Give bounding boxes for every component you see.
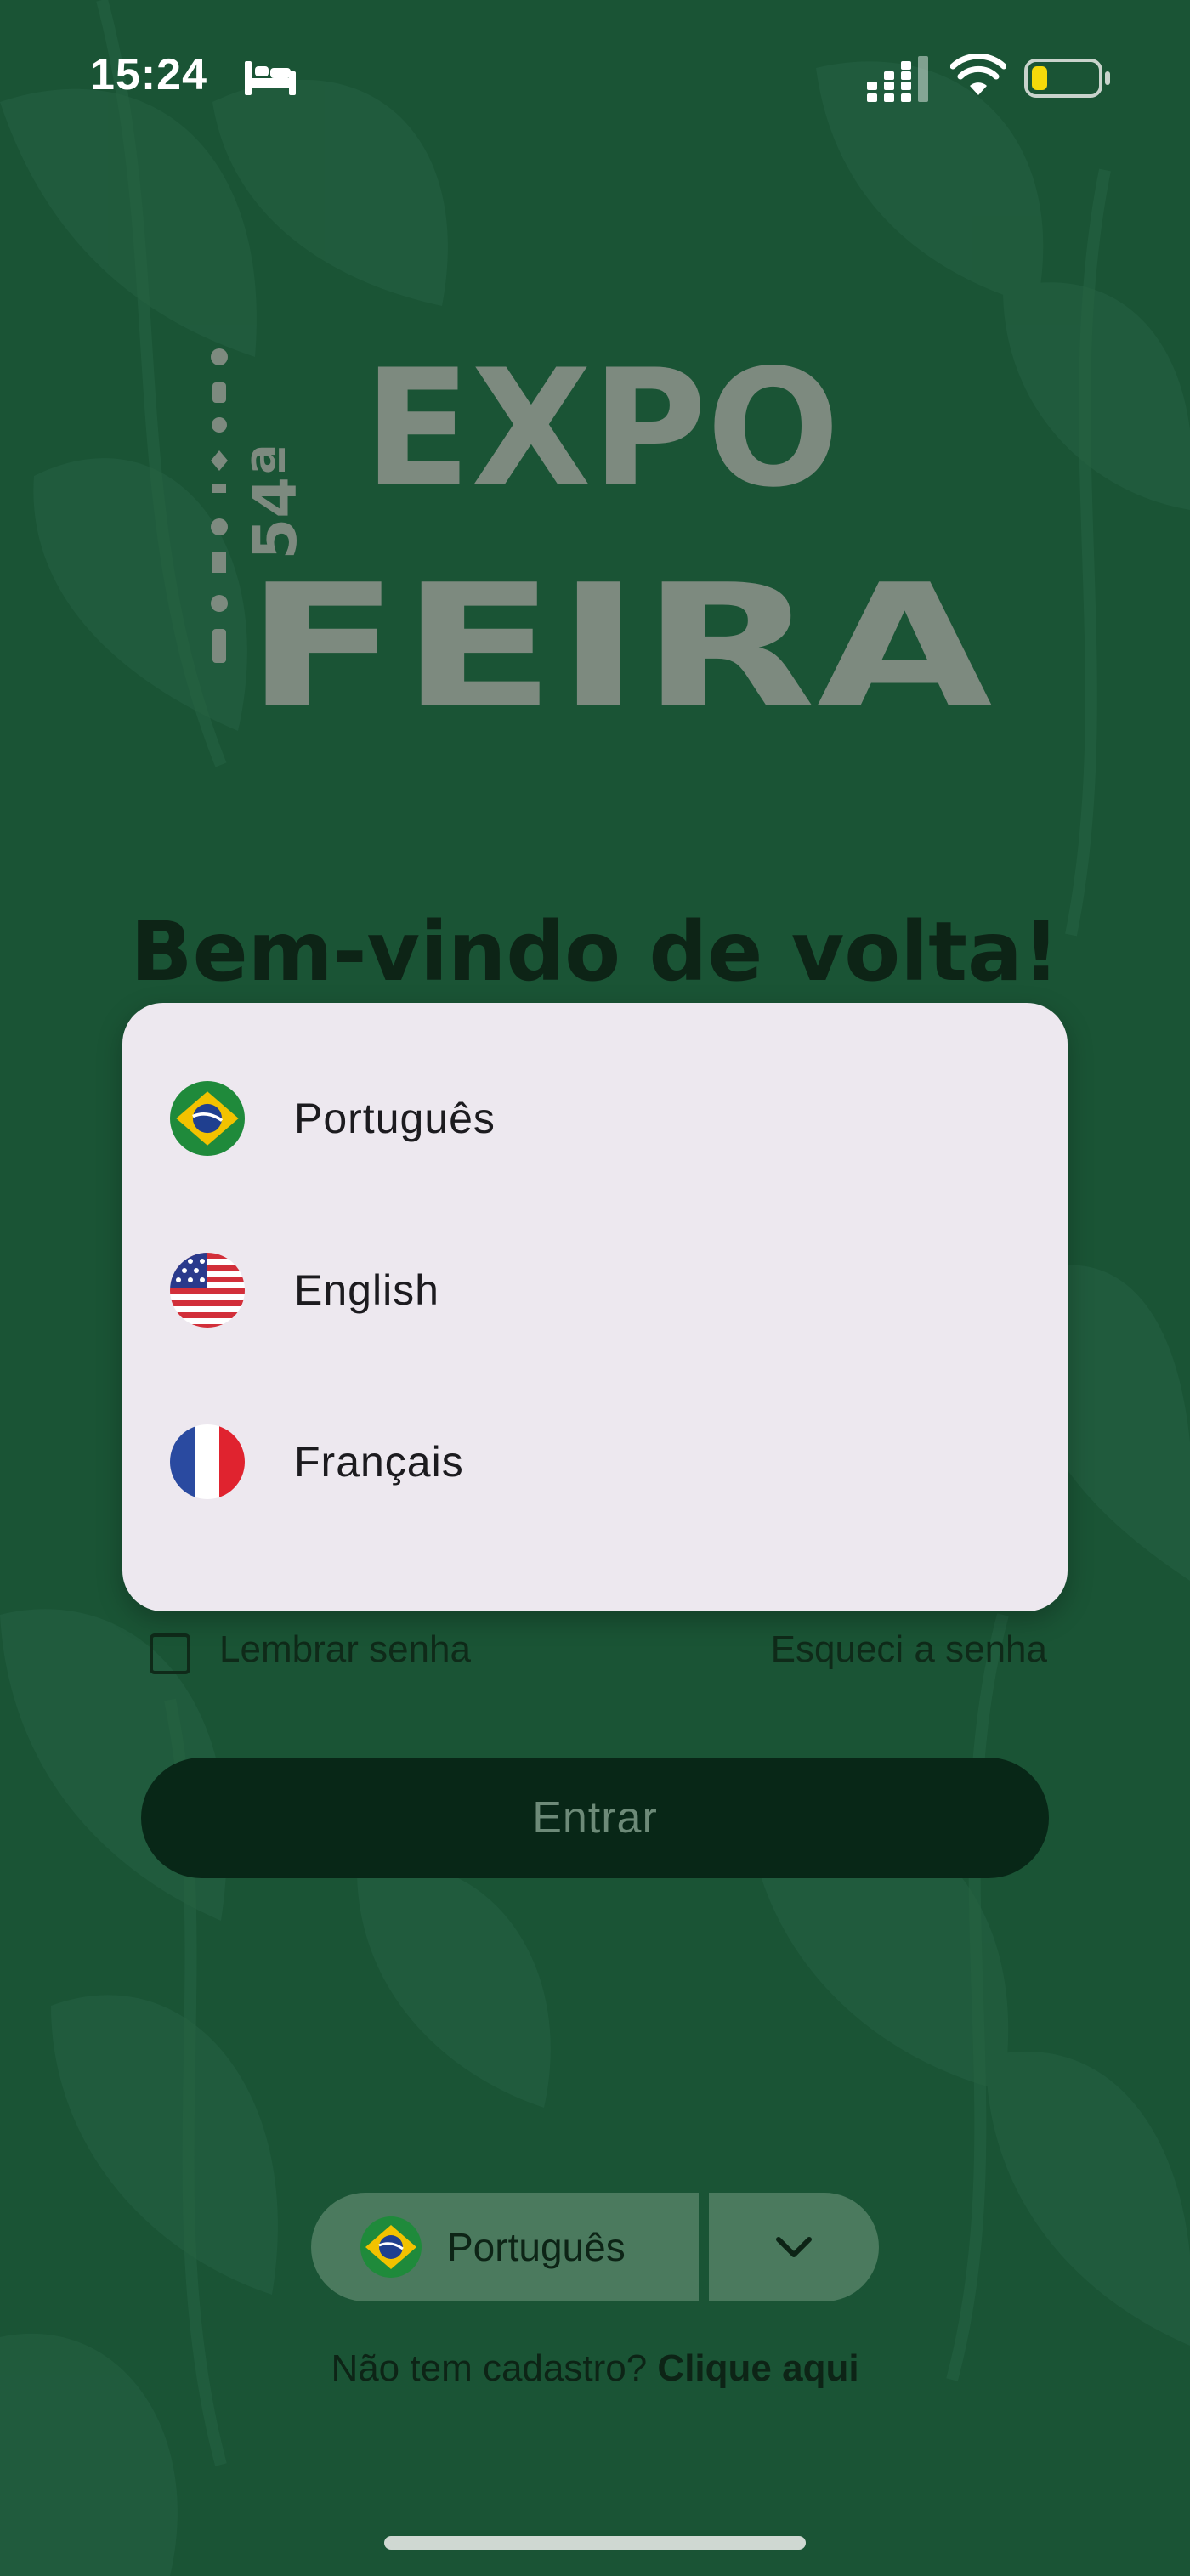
brazil-flag-icon [170, 1081, 245, 1156]
logo-edition-number: 54ª [241, 444, 310, 560]
signup-text: Não tem cadastro? [331, 2347, 648, 2389]
bed-icon [245, 61, 296, 95]
usa-flag-icon [170, 1253, 245, 1328]
language-selector-button[interactable]: Português [311, 2193, 699, 2301]
brazil-flag-icon [360, 2216, 422, 2278]
language-dropdown-button[interactable] [709, 2193, 879, 2301]
home-indicator [384, 2536, 806, 2550]
welcome-title: Bem-vindo de volta! [130, 904, 1060, 999]
chevron-down-icon [776, 2237, 812, 2257]
expo-feira-logo: 54ª EXPO FEIRA [211, 335, 993, 714]
language-option-label: English [294, 1266, 439, 1314]
status-time: 15:24 [90, 50, 207, 99]
language-option-label: Français [294, 1438, 464, 1486]
language-option-english[interactable]: English [122, 1205, 1068, 1375]
wifi-icon [950, 54, 1006, 95]
signup-link[interactable]: Clique aqui [657, 2347, 858, 2389]
forgot-password-link[interactable]: Esqueci a senha [771, 1628, 1047, 1671]
language-option-french[interactable]: Français [122, 1377, 1068, 1547]
battery-icon [1024, 59, 1110, 98]
cellular-signal-icon [867, 56, 928, 102]
language-option-portuguese[interactable]: Português [122, 1033, 1068, 1203]
language-popup: Português English Français [122, 1003, 1068, 1611]
selected-language-label: Português [447, 2225, 626, 2269]
remember-password-label[interactable]: Lembrar senha [219, 1628, 471, 1671]
language-option-label: Português [294, 1095, 496, 1142]
france-flag-icon [170, 1424, 245, 1499]
enter-button[interactable]: Entrar [141, 1758, 1049, 1878]
logo-line-expo: EXPO [364, 335, 840, 523]
signup-prompt: Não tem cadastro? Clique aqui [0, 2347, 1190, 2390]
remember-password-checkbox[interactable] [150, 1633, 190, 1674]
logo-line-feira: FEIRA [245, 548, 993, 714]
